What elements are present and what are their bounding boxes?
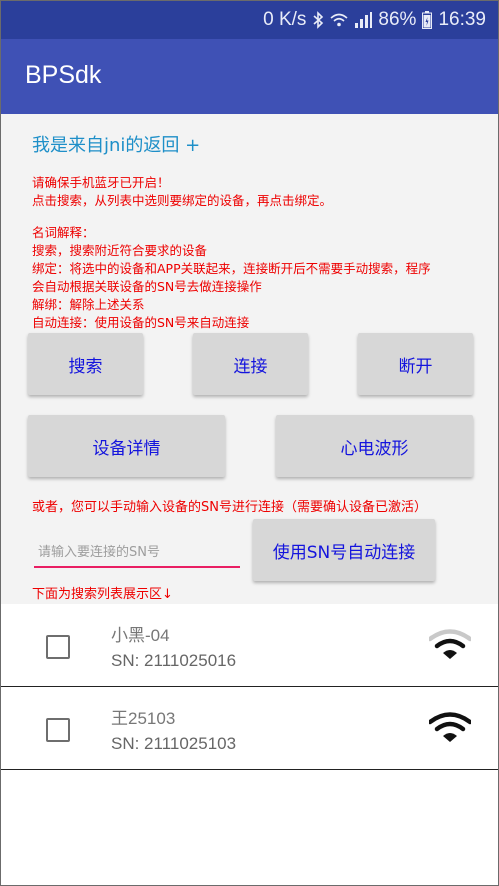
device-list: 小黑-04 SN: 2111025016 王25103 SN: 21110251… [1,604,498,885]
glossary-unbind: 解绑：解除上述关系 [32,297,145,312]
device-checkbox[interactable] [46,718,70,742]
status-bar: 0 K/s 86% 16:39 [1,1,498,39]
glossary-search: 搜索，搜索附近符合要求的设备 [32,243,208,258]
connect-button[interactable]: 连接 [193,333,308,395]
main-content: 我是来自jni的返回 + 请确保手机蓝牙已开启！ 点击搜索，从列表中选则要绑定的… [1,114,498,604]
bluetooth-icon [312,11,324,29]
signal-strength-icon [429,712,471,742]
device-checkbox[interactable] [46,635,70,659]
glossary-autoconnect: 自动连接：使用设备的SN号来自动连接 [32,315,250,330]
usage-notice: 点击搜索，从列表中选则要绑定的设备，再点击绑定。 [32,193,333,208]
sn-connect-hint: 或者，您可以手动输入设备的SN号进行连接（需要确认设备已激活） [32,500,427,515]
search-button[interactable]: 搜索 [28,333,143,395]
device-name: 小黑-04 [111,626,170,645]
app-title: BPSdk [25,61,102,89]
list-item[interactable]: 小黑-04 SN: 2111025016 [1,604,498,687]
jni-result-text: 我是来自jni的返回 + [32,135,201,156]
app-bar: BPSdk [1,39,498,114]
list-item[interactable]: 王25103 SN: 2111025103 [1,687,498,770]
signal-strength-icon [429,629,471,659]
network-speed: 0 K/s [263,9,307,30]
device-name: 王25103 [111,709,176,728]
glossary-bind: 绑定：将选中的设备和APP关联起来，连接断开后不需要手动搜索，程序 [32,261,431,276]
disconnect-button[interactable]: 断开 [358,333,473,395]
ecg-wave-button[interactable]: 心电波形 [276,415,473,477]
app-screen: 0 K/s 86% 16:39 BPSdk 我是来自jni的返回 + 请确保手机… [0,0,499,886]
glossary-bind-continued: 会自动根据关联设备的SN号去做连接操作 [32,279,262,294]
signal-icon [354,12,373,28]
clock: 16:39 [438,9,486,30]
sn-connect-button[interactable]: 使用SN号自动连接 [253,519,435,581]
sn-input[interactable] [34,538,240,568]
device-detail-button[interactable]: 设备详情 [28,415,225,477]
battery-percent: 86% [378,9,417,30]
device-sn: SN: 2111025103 [111,734,237,753]
device-sn: SN: 2111025016 [111,651,237,670]
bluetooth-notice: 请确保手机蓝牙已开启！ [32,175,170,190]
battery-icon [422,11,433,29]
wifi-status-icon [330,12,348,28]
list-header: 下面为搜索列表展示区↓ [32,587,173,602]
glossary-title: 名词解释： [32,225,95,240]
